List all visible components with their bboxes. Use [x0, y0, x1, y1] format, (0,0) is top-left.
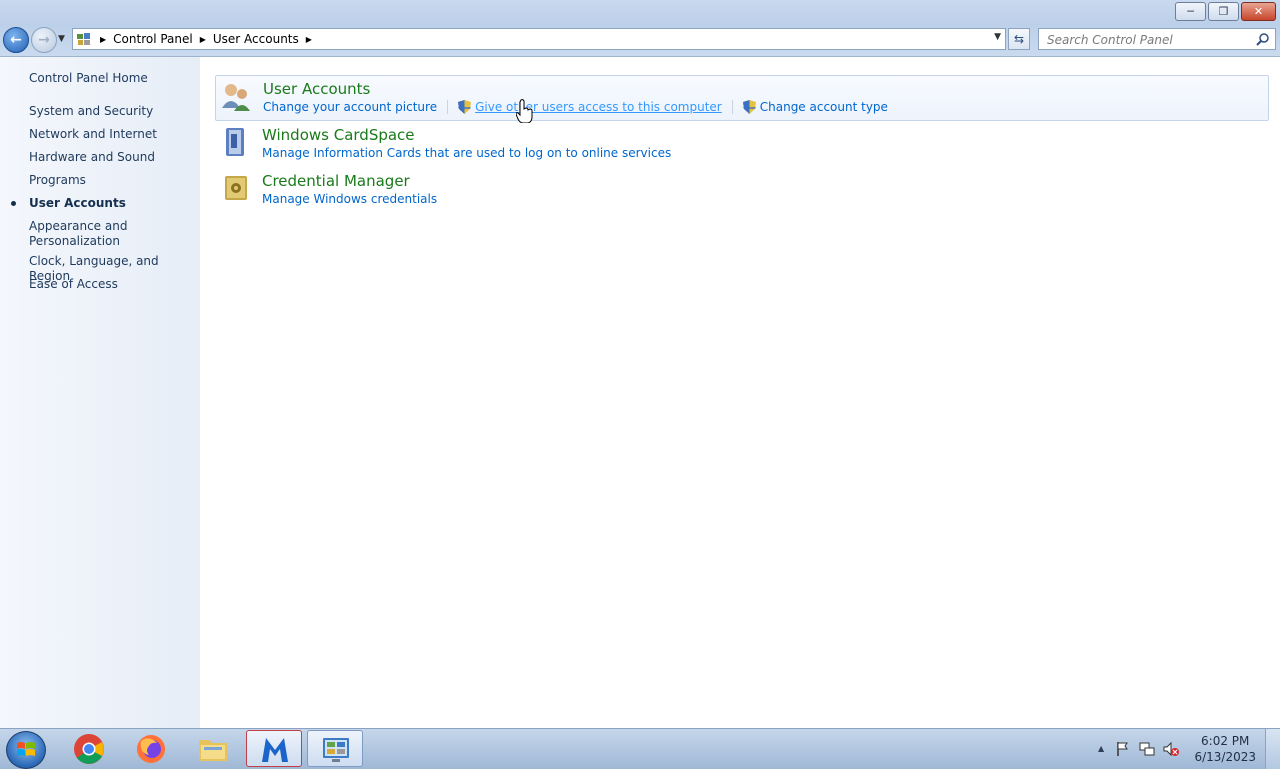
uac-shield-icon — [458, 100, 472, 114]
taskbar-control-panel[interactable] — [307, 730, 363, 767]
taskbar-firefox[interactable] — [123, 730, 179, 767]
address-dropdown-icon[interactable]: ▼ — [994, 32, 1001, 42]
sidebar-item-network-and-internet[interactable]: Network and Internet — [29, 127, 194, 142]
back-button[interactable]: ← — [3, 27, 29, 53]
malwarebytes-icon — [262, 738, 288, 762]
clock-time: 6:02 PM — [1201, 734, 1250, 748]
clock-date: 6/13/2023 — [1194, 750, 1256, 764]
chrome-icon — [74, 734, 104, 764]
main-content: User Accounts Change your account pictur… — [200, 57, 1280, 728]
recent-pages-dropdown-icon[interactable]: ▼ — [58, 34, 65, 44]
control-panel-icon — [76, 32, 92, 46]
windows-cardspace-title-link[interactable]: Windows CardSpace — [262, 126, 415, 144]
refresh-button[interactable]: ⇆ — [1008, 28, 1030, 50]
close-icon: ✕ — [1253, 5, 1264, 18]
active-bullet-icon — [11, 201, 16, 206]
minimize-icon: ─ — [1187, 5, 1194, 18]
user-accounts-tasks: Change your account picture Give other u… — [263, 100, 888, 114]
taskbar-chrome[interactable] — [61, 730, 117, 767]
category-user-accounts: User Accounts Change your account pictur… — [215, 75, 1269, 121]
task-divider — [731, 100, 733, 114]
show-desktop-button[interactable] — [1265, 729, 1280, 769]
give-users-access-link[interactable]: Give other users access to this computer — [475, 100, 722, 114]
control-panel-icon — [323, 738, 349, 762]
folder-icon — [199, 740, 227, 761]
sidebar-item-system-and-security[interactable]: System and Security — [29, 104, 194, 119]
refresh-icon: ⇆ — [1013, 32, 1025, 46]
manage-information-cards-link[interactable]: Manage Information Cards that are used t… — [262, 146, 671, 160]
breadcrumb-user-accounts[interactable]: User Accounts — [213, 32, 299, 46]
sidebar-item-hardware-and-sound[interactable]: Hardware and Sound — [29, 150, 194, 165]
start-button[interactable] — [6, 731, 46, 769]
forward-arrow-icon: → — [38, 32, 50, 48]
close-button[interactable]: ✕ — [1241, 2, 1276, 21]
uac-shield-icon — [742, 100, 756, 114]
breadcrumb-separator-icon[interactable]: ▶ — [200, 35, 206, 44]
sidebar-item-programs[interactable]: Programs — [29, 173, 194, 188]
credential-vault-icon[interactable] — [219, 172, 251, 204]
sidebar-item-ease-of-access[interactable]: Ease of Access — [29, 277, 194, 292]
users-icon[interactable] — [220, 80, 252, 112]
clock[interactable]: 6:02 PM 6/13/2023 — [1194, 733, 1256, 765]
window-title-bar: ─ ❐ ✕ — [0, 0, 1280, 24]
action-center-flag-icon[interactable] — [1115, 741, 1131, 757]
hand-cursor-icon — [516, 99, 533, 123]
forward-button[interactable]: → — [31, 27, 57, 53]
change-account-picture-link[interactable]: Change your account picture — [263, 100, 437, 114]
category-credential-manager: Credential Manager Manage Windows creden… — [215, 168, 1269, 214]
change-account-type-link[interactable]: Change account type — [760, 100, 888, 114]
cardspace-tasks: Manage Information Cards that are used t… — [262, 146, 671, 160]
task-divider — [447, 100, 449, 114]
breadcrumb-control-panel[interactable]: Control Panel — [113, 32, 193, 46]
taskbar-file-explorer[interactable] — [185, 730, 241, 767]
system-tray: ▲ 6:02 PM 6/13/2023 — [1090, 729, 1280, 769]
breadcrumb-separator-icon[interactable]: ▶ — [100, 35, 106, 44]
cardspace-icon[interactable] — [219, 126, 251, 158]
network-icon[interactable] — [1139, 741, 1155, 757]
search-icon[interactable] — [1256, 32, 1270, 46]
credential-manager-title-link[interactable]: Credential Manager — [262, 172, 410, 190]
windows-logo-icon — [17, 742, 35, 756]
show-hidden-icons-button[interactable]: ▲ — [1098, 744, 1104, 753]
credential-manager-tasks: Manage Windows credentials — [262, 192, 437, 206]
navigation-bar: ← → ▼ ▶ Control Panel ▶ User Accounts ▶ … — [0, 24, 1280, 57]
sidebar-item-appearance-and-personalization[interactable]: Appearance and Personalization — [29, 219, 149, 249]
category-windows-cardspace: Windows CardSpace Manage Information Car… — [215, 122, 1269, 168]
manage-windows-credentials-link[interactable]: Manage Windows credentials — [262, 192, 437, 206]
minimize-button[interactable]: ─ — [1175, 2, 1206, 21]
search-input[interactable] — [1045, 30, 1259, 50]
breadcrumb-separator-icon[interactable]: ▶ — [306, 35, 312, 44]
user-accounts-title-link[interactable]: User Accounts — [263, 80, 370, 98]
taskbar: ▲ 6:02 PM 6/13/2023 — [0, 728, 1280, 769]
address-bar[interactable]: ▶ Control Panel ▶ User Accounts ▶ ▼ — [72, 28, 1006, 50]
sidebar-item-control-panel-home[interactable]: Control Panel Home — [29, 71, 194, 86]
restore-button[interactable]: ❐ — [1208, 2, 1239, 21]
firefox-icon — [137, 735, 165, 763]
window-controls: ─ ❐ ✕ — [1175, 2, 1276, 21]
volume-muted-icon[interactable] — [1163, 741, 1179, 757]
taskbar-malwarebytes[interactable] — [246, 730, 302, 767]
sidebar: Control Panel Home System and Security N… — [0, 57, 200, 728]
search-box[interactable] — [1038, 28, 1276, 50]
back-arrow-icon: ← — [10, 32, 22, 48]
restore-icon: ❐ — [1218, 5, 1229, 18]
sidebar-item-user-accounts[interactable]: User Accounts — [29, 196, 194, 211]
